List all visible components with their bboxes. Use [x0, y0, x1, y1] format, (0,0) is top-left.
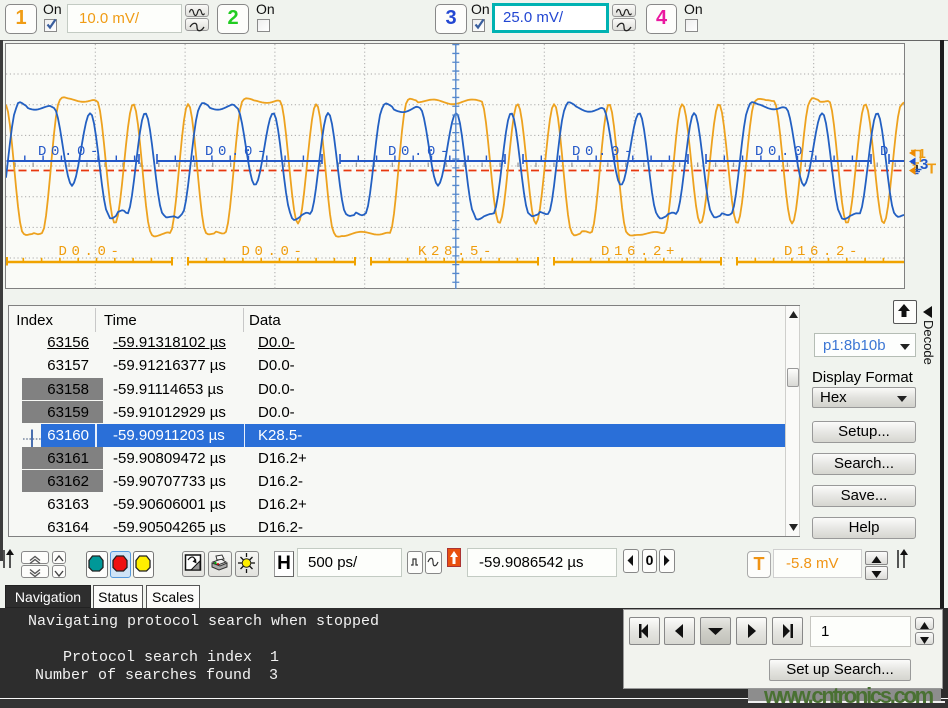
svg-text:D0.0-: D0.0-	[572, 144, 637, 160]
svg-text:D0.0-: D0.0-	[38, 144, 103, 160]
svg-text:D0.0-: D0.0-	[242, 244, 307, 260]
svg-text:T: T	[927, 161, 936, 178]
svg-text:D: D	[880, 144, 893, 160]
svg-text:D0.0-: D0.0-	[205, 144, 270, 160]
svg-text:D16.2+: D16.2+	[601, 244, 679, 260]
svg-text:D0.0-: D0.0-	[59, 244, 124, 260]
svg-text:D16.2-: D16.2-	[784, 244, 862, 260]
svg-text:D0.0-: D0.0-	[388, 144, 453, 160]
svg-text:D0.0-: D0.0-	[755, 144, 820, 160]
